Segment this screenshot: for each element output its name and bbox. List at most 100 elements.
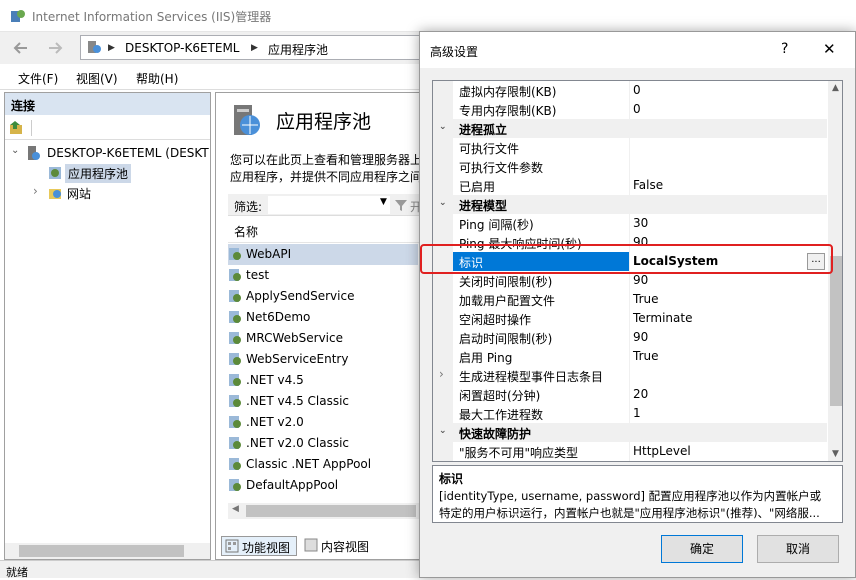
column-divider — [629, 385, 630, 404]
scroll-down-icon[interactable]: ▼ — [832, 449, 839, 459]
column-divider — [629, 157, 630, 176]
address-bar[interactable]: ▶ DESKTOP-K6ETEML ▶ 应用程序池 — [80, 35, 420, 60]
expand-icon[interactable]: › — [439, 367, 444, 381]
property-value: True — [633, 349, 659, 363]
breadcrumb-app-pools[interactable]: 应用程序池 — [268, 41, 328, 58]
scroll-left-icon[interactable]: ◀ — [232, 504, 239, 514]
scroll-thumb[interactable] — [830, 256, 842, 406]
pool-name: WebServiceEntry — [246, 352, 349, 366]
features-view-label: 功能视图 — [242, 541, 291, 555]
tab-features-view[interactable]: 功能视图 — [221, 536, 297, 556]
property-row[interactable]: 可执行文件 — [433, 138, 827, 157]
collapse-icon[interactable]: ⌄ — [439, 426, 447, 436]
list-item[interactable]: Net6Demo — [228, 307, 418, 328]
category-label: 进程模型 — [459, 199, 508, 213]
list-item[interactable]: .NET v4.5 — [228, 370, 418, 391]
page-description-2: 应用程序，并提供不同应用程序之间 — [230, 170, 420, 184]
list-item[interactable]: ApplySendService — [228, 286, 418, 307]
collapse-icon[interactable]: ⌄ — [439, 198, 447, 208]
list-item[interactable]: WebServiceEntry — [228, 349, 418, 370]
property-row[interactable]: 可执行文件参数 — [433, 157, 827, 176]
property-value: Terminate — [633, 311, 693, 325]
row-gutter — [433, 290, 453, 309]
filter-input[interactable] — [268, 196, 390, 214]
features-view-icon — [225, 539, 239, 553]
tree-app-pools[interactable]: 应用程序池 — [65, 164, 132, 183]
property-row[interactable]: 加载用户配置文件 True — [433, 290, 827, 309]
back-button[interactable] — [6, 36, 36, 60]
list-item[interactable]: .NET v2.0 — [228, 412, 418, 433]
property-category[interactable]: ⌄ 进程孤立 — [433, 119, 827, 138]
collapse-icon[interactable]: ⌄ — [439, 122, 447, 132]
property-value: 0 — [633, 83, 641, 97]
row-gutter — [433, 214, 453, 233]
menu-file[interactable]: 文件(F) — [18, 70, 58, 87]
connect-icon[interactable] — [9, 120, 25, 136]
property-row[interactable]: 启动时间限制(秒) 90 — [433, 328, 827, 347]
scroll-up-icon[interactable]: ▲ — [832, 83, 839, 93]
app-pool-icon — [228, 310, 242, 324]
menu-help[interactable]: 帮助(H) — [136, 70, 178, 87]
tab-content-view[interactable]: 内容视图 — [301, 536, 381, 556]
property-value: 90 — [633, 273, 649, 287]
pool-name: ApplySendService — [246, 289, 355, 303]
property-category[interactable]: ⌄ 进程模型 — [433, 195, 827, 214]
filter-bar: 筛选: ▼ 开 — [228, 194, 419, 216]
scroll-thumb[interactable] — [246, 505, 416, 517]
content-view-label: 内容视图 — [321, 540, 370, 554]
property-name: 闲置超时(分钟) — [459, 389, 541, 403]
property-row[interactable]: › 生成进程模型事件日志条目 — [433, 366, 827, 385]
row-gutter — [433, 347, 453, 366]
chevron-right-icon[interactable]: › — [33, 184, 38, 198]
ok-button[interactable]: 确定 — [661, 535, 743, 563]
iis-icon — [11, 10, 25, 22]
tree-sites[interactable]: 网站 — [67, 185, 91, 202]
page-title: 应用程序池 — [276, 111, 372, 133]
list-hscroll[interactable]: ◀ — [228, 503, 419, 519]
property-row[interactable]: 闲置超时(分钟) 20 — [433, 385, 827, 404]
connections-hscroll[interactable] — [5, 543, 210, 559]
close-button[interactable]: ✕ — [823, 40, 836, 58]
status-bar: 就绪 — [0, 560, 420, 579]
scroll-thumb[interactable] — [19, 545, 184, 557]
list-item[interactable]: .NET v2.0 Classic — [228, 433, 418, 454]
help-button[interactable]: ? — [781, 41, 788, 57]
property-row[interactable]: Ping 间隔(秒) 30 — [433, 214, 827, 233]
list-item[interactable]: Classic .NET AppPool — [228, 454, 418, 475]
dropdown-arrow-icon[interactable]: ▼ — [380, 197, 387, 207]
property-row[interactable]: 专用内存限制(KB) 0 — [433, 100, 827, 119]
property-row[interactable]: 最大工作进程数 1 — [433, 404, 827, 423]
column-divider — [629, 100, 630, 119]
filter-label: 筛选: — [234, 200, 263, 214]
app-pool-icon — [228, 478, 242, 492]
property-row[interactable]: 空闲超时操作 Terminate — [433, 309, 827, 328]
property-row[interactable]: 已启用 False — [433, 176, 827, 195]
cancel-button[interactable]: 取消 — [757, 535, 839, 563]
menu-view[interactable]: 视图(V) — [76, 70, 118, 87]
column-header-name[interactable]: 名称 — [234, 223, 258, 240]
list-item[interactable]: DefaultAppPool — [228, 475, 418, 496]
connections-pane: 连接 ⌄ DESKTOP-K6ETEML (DESKT 应用程序池 › 网站 — [4, 92, 211, 560]
app-pool-icon — [228, 289, 242, 303]
list-item[interactable]: MRCWebService — [228, 328, 418, 349]
pool-name: DefaultAppPool — [246, 478, 339, 492]
property-row[interactable]: 虚拟内存限制(KB) 0 — [433, 81, 827, 100]
breadcrumb-server[interactable]: DESKTOP-K6ETEML — [125, 41, 240, 55]
property-row[interactable]: 启用 Ping True — [433, 347, 827, 366]
property-row[interactable]: "服务不可用"响应类型 HttpLevel — [433, 442, 827, 461]
pool-name: WebAPI — [246, 247, 292, 261]
app-pool-icon — [228, 352, 242, 366]
list-item[interactable]: test — [228, 265, 418, 286]
list-item[interactable]: WebAPI — [228, 244, 418, 265]
filter-icon[interactable] — [394, 198, 408, 212]
list-item[interactable]: .NET v4.5 Classic — [228, 391, 418, 412]
tree-server[interactable]: DESKTOP-K6ETEML (DESKT — [47, 146, 209, 160]
address-toolbar: ▶ DESKTOP-K6ETEML ▶ 应用程序池 — [0, 32, 420, 64]
description-line-1: [identityType, username, password] 配置应用程… — [439, 489, 822, 503]
chevron-down-icon[interactable]: ⌄ — [11, 145, 19, 156]
forward-button[interactable] — [40, 36, 70, 60]
description-line-2: 特定的用户标识运行，内置帐户也就是"应用程序池标识"(推荐)、"网络服... — [439, 506, 820, 520]
pool-name: .NET v2.0 Classic — [246, 436, 350, 450]
column-divider — [629, 347, 630, 366]
property-category[interactable]: ⌄ 快速故障防护 — [433, 423, 827, 442]
